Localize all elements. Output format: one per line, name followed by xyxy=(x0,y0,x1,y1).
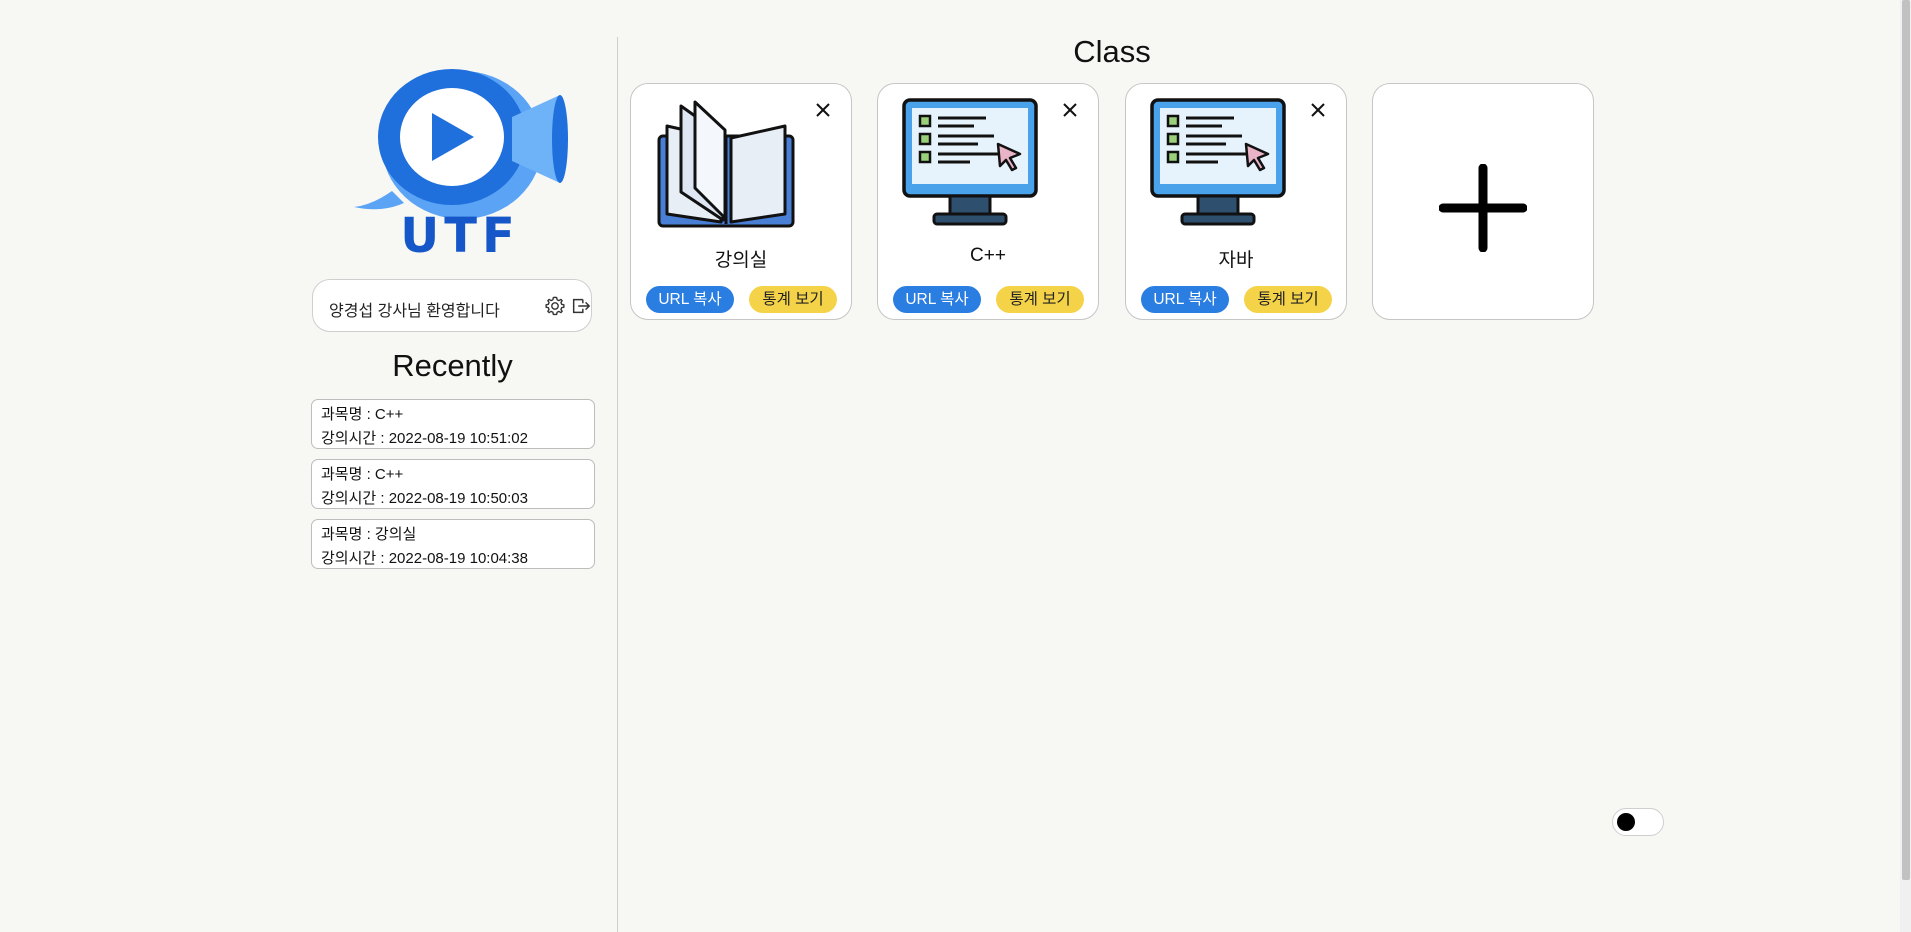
welcome-box: 양경섭 강사님 환영합니다 xyxy=(312,279,592,332)
close-icon[interactable] xyxy=(1308,100,1328,120)
class-card[interactable]: 강의실 URL 복사 통계 보기 xyxy=(630,83,852,320)
gear-icon[interactable] xyxy=(544,295,566,317)
welcome-text: 양경섭 강사님 환영합니다 xyxy=(329,303,500,320)
logout-icon[interactable] xyxy=(570,295,592,317)
recent-item[interactable]: 과목명 : C++ 강의시간 : 2022-08-19 10:50:03 xyxy=(311,459,595,509)
add-class-button[interactable] xyxy=(1372,83,1594,320)
class-name: 강의실 xyxy=(714,250,768,271)
recent-item[interactable]: 과목명 : C++ 강의시간 : 2022-08-19 10:51:02 xyxy=(311,399,595,449)
sidebar: UTF 양경섭 강사님 환영합니다 Recently 과목명 : C++ 강의시… xyxy=(300,0,600,932)
view-stats-button[interactable]: 통계 보기 xyxy=(996,286,1084,313)
recent-time: 강의시간 : 2022-08-19 10:51:02 xyxy=(321,430,528,447)
recently-title: Recently xyxy=(392,348,513,383)
class-name: C++ xyxy=(970,245,1006,266)
recent-time: 강의시간 : 2022-08-19 10:50:03 xyxy=(321,490,528,507)
class-name: 자바 xyxy=(1218,250,1254,271)
toggle-knob xyxy=(1617,813,1635,831)
recent-subject: 과목명 : C++ xyxy=(321,406,404,423)
scrollbar-thumb[interactable] xyxy=(1902,0,1910,880)
recent-item[interactable]: 과목명 : 강의실 강의시간 : 2022-08-19 10:04:38 xyxy=(311,519,595,569)
close-icon[interactable] xyxy=(1060,100,1080,120)
plus-icon xyxy=(1439,164,1527,252)
page-title: Class xyxy=(1073,34,1151,69)
scrollbar[interactable] xyxy=(1900,0,1911,932)
copy-url-button[interactable]: URL 복사 xyxy=(1141,286,1229,313)
recent-time: 강의시간 : 2022-08-19 10:04:38 xyxy=(321,550,528,567)
recent-subject: 과목명 : 강의실 xyxy=(321,526,417,543)
recent-subject: 과목명 : C++ xyxy=(321,466,404,483)
class-card[interactable]: C++ URL 복사 통계 보기 xyxy=(877,83,1099,320)
computer-icon xyxy=(902,98,1038,226)
view-stats-button[interactable]: 통계 보기 xyxy=(1244,286,1332,313)
logo-text: UTF xyxy=(400,208,520,264)
close-icon[interactable] xyxy=(813,100,833,120)
book-icon xyxy=(657,100,795,228)
class-card[interactable]: 자바 URL 복사 통계 보기 xyxy=(1125,83,1347,320)
copy-url-button[interactable]: URL 복사 xyxy=(646,286,734,313)
computer-icon xyxy=(1150,98,1286,226)
sidebar-divider xyxy=(617,37,618,932)
copy-url-button[interactable]: URL 복사 xyxy=(893,286,981,313)
view-stats-button[interactable]: 통계 보기 xyxy=(749,286,837,313)
theme-toggle[interactable] xyxy=(1612,808,1664,836)
